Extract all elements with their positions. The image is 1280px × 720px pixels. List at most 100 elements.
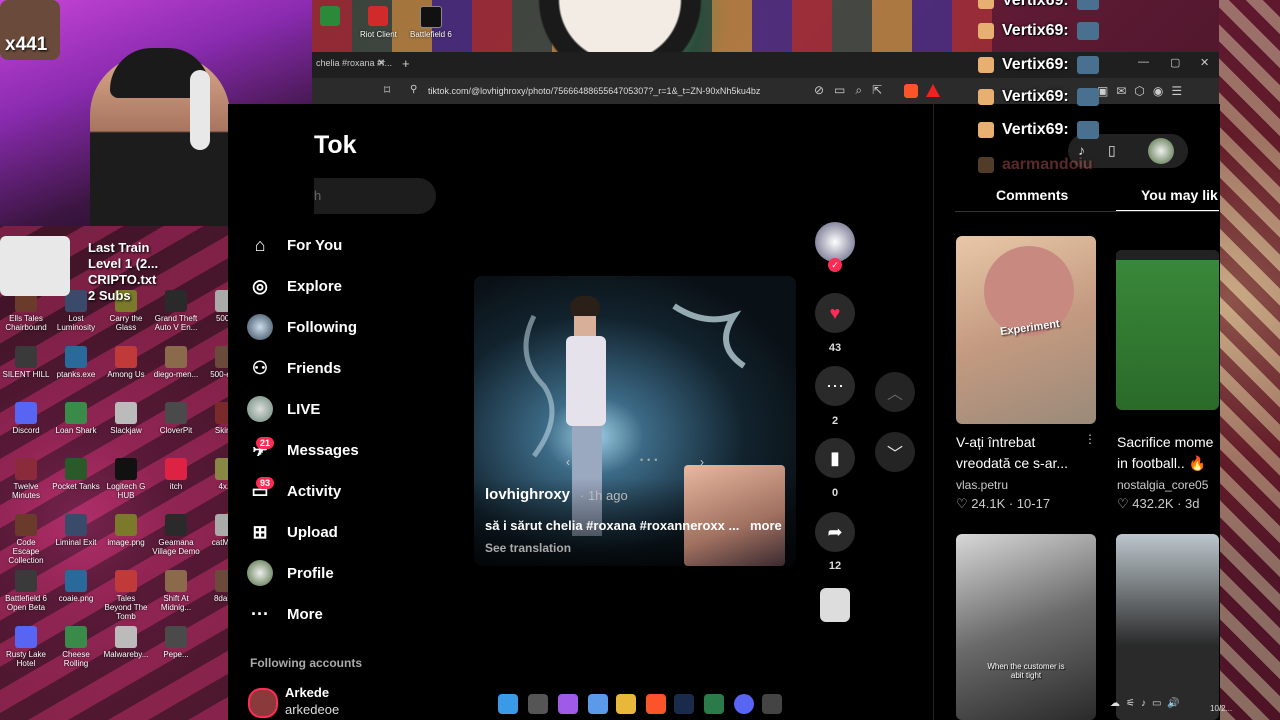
video-stats: ♡ 24.1K · 10-17	[956, 496, 1050, 512]
see-translation-link[interactable]: See translation	[485, 541, 571, 555]
app-icon	[15, 346, 37, 368]
address-bar-actions[interactable]: ⊘▭⌕⇱	[814, 83, 892, 98]
nav-for-you[interactable]: ⌂ For You	[246, 231, 343, 259]
desktop-shortcut[interactable]: Code Escape Collection	[2, 514, 50, 565]
desktop-shortcut[interactable]: CloverPit	[152, 402, 200, 435]
desktop-shortcut[interactable]: diego-men...	[152, 346, 200, 379]
profile-avatar[interactable]	[1148, 138, 1174, 164]
app-icon[interactable]	[762, 694, 782, 714]
desktop-shortcut[interactable]: image.png	[102, 514, 150, 547]
chat-message: Vertix69:	[978, 22, 1099, 40]
carousel-next-icon[interactable]: ›	[700, 455, 704, 469]
brave-browser-icon[interactable]	[646, 694, 666, 714]
carousel-prev-icon[interactable]: ‹	[566, 455, 570, 469]
video-card[interactable]: Experiment	[956, 236, 1096, 424]
desktop-shortcut[interactable]: Twelve Minutes	[2, 458, 50, 500]
video-card[interactable]	[1116, 250, 1219, 410]
url-field[interactable]: tiktok.com/@lovhighroxy/photo/7566648865…	[428, 82, 828, 100]
desktop-shortcut[interactable]: itch	[152, 458, 200, 491]
desktop-shortcut[interactable]: Discord	[2, 402, 50, 435]
tab-you-may-like[interactable]: You may lik	[1141, 187, 1218, 203]
desktop-shortcut[interactable]: Pocket Tanks	[52, 458, 100, 491]
video-card[interactable]: When the customer is abit tight	[956, 534, 1096, 720]
desktop-shortcut[interactable]: Liminal Exit	[52, 514, 100, 547]
file-explorer-icon[interactable]	[616, 694, 636, 714]
desktop-shortcut[interactable]: Grand Theft Auto V En...	[152, 290, 200, 332]
minimize-icon[interactable]: —	[1138, 56, 1149, 68]
sound-disc-icon[interactable]	[820, 588, 850, 622]
comment-button[interactable]: ⋯	[815, 366, 855, 406]
desktop-shortcut[interactable]: Shift At Midnig...	[152, 570, 200, 612]
app-icon[interactable]	[588, 694, 608, 714]
chat-badge-icon	[978, 89, 994, 105]
creator-avatar[interactable]	[815, 222, 855, 262]
following-account-avatar[interactable]	[248, 688, 278, 718]
previous-post-button[interactable]: ︿	[875, 372, 915, 412]
system-tray-icons[interactable]: ☁⚟♪▭🔊	[1110, 698, 1186, 709]
brave-shield-icon[interactable]	[904, 84, 918, 98]
save-button[interactable]: ▮	[815, 438, 855, 478]
desktop-shortcut-label: Cheese Rolling	[62, 650, 90, 668]
desktop-shortcut[interactable]: Among Us	[102, 346, 150, 379]
desktop-shortcut[interactable]: Malwareby...	[102, 626, 150, 659]
discord-icon[interactable]	[734, 694, 754, 714]
desktop-shortcut[interactable]: Geamana Village Demo	[152, 514, 200, 556]
nav-profile[interactable]: Profile	[246, 559, 334, 587]
desktop-shortcut[interactable]: Tales Beyond The Tomb	[102, 570, 150, 621]
video-author[interactable]: vlas.petru	[956, 478, 1008, 492]
copilot-icon[interactable]	[558, 694, 578, 714]
video-options-icon[interactable]: ⋮	[1084, 432, 1096, 446]
post-author[interactable]: lovhighroxy	[485, 486, 570, 503]
riot-client-icon[interactable]	[368, 6, 388, 26]
nav-more[interactable]: ··· More	[246, 600, 323, 628]
desktop-shortcut[interactable]: Battlefield 6 Open Beta	[2, 570, 50, 612]
brave-rewards-icon[interactable]	[926, 84, 940, 97]
desktop-shortcut-label: Slackjaw	[110, 426, 142, 435]
video-title[interactable]: Sacrifice mome in football.. 🔥	[1117, 432, 1217, 474]
more-button[interactable]: more	[750, 518, 782, 533]
nav-live[interactable]: LIVE	[246, 395, 320, 423]
video-author[interactable]: nostalgia_core05	[1117, 478, 1217, 492]
new-tab-icon[interactable]: +	[402, 56, 410, 71]
search-input[interactable]: h	[314, 178, 436, 214]
bookmark-icon[interactable]: ⌑	[384, 83, 390, 97]
battlefield-icon[interactable]	[420, 6, 442, 28]
desktop-icon[interactable]	[320, 6, 340, 26]
start-icon[interactable]	[498, 694, 518, 714]
desktop-shortcut[interactable]: Pepe...	[152, 626, 200, 659]
tab-comments[interactable]: Comments	[996, 187, 1068, 203]
steam-icon[interactable]	[674, 694, 694, 714]
desktop-shortcut-label: Shift At Midnig...	[160, 594, 192, 612]
terminal-icon[interactable]	[704, 694, 724, 714]
site-info-icon[interactable]: ⚲	[410, 84, 417, 95]
like-count: 43	[828, 342, 842, 354]
following-account-name[interactable]: Arkede	[285, 685, 329, 700]
video-card[interactable]	[1116, 534, 1219, 720]
nav-explore[interactable]: ◎ Explore	[246, 272, 342, 300]
nav-label: Friends	[287, 359, 342, 377]
maximize-icon[interactable]: ▢	[1170, 56, 1180, 69]
nav-friends[interactable]: ⚇ Friends	[246, 354, 341, 382]
task-view-icon[interactable]	[528, 694, 548, 714]
desktop-shortcut[interactable]: Rusty Lake Hotel	[2, 626, 50, 668]
desktop-shortcut[interactable]: Ells Tales Chairbound	[2, 290, 50, 332]
follow-check-icon[interactable]: ✓	[828, 258, 842, 272]
next-post-button[interactable]: ﹀	[875, 432, 915, 472]
video-title[interactable]: V-ați întrebat vreodată ce s-ar...	[956, 432, 1086, 474]
share-button[interactable]: ➦	[815, 512, 855, 552]
close-tab-icon[interactable]: ✕	[377, 58, 385, 69]
nav-following[interactable]: Following	[246, 313, 357, 341]
desktop-shortcut[interactable]: Cheese Rolling	[52, 626, 100, 668]
desktop-shortcut[interactable]: coaie.png	[52, 570, 100, 603]
desktop-shortcut-label: Liminal Exit	[55, 538, 97, 547]
tiktok-logo[interactable]: Tok	[314, 131, 357, 160]
device-icon[interactable]: ▯	[1108, 142, 1116, 159]
desktop-shortcut[interactable]: Logitech G HUB	[102, 458, 150, 500]
desktop-shortcut[interactable]: Loan Shark	[52, 402, 100, 435]
desktop-shortcut[interactable]: SILENT HILL	[2, 346, 50, 379]
desktop-shortcut[interactable]: ptanks.exe	[52, 346, 100, 379]
nav-upload[interactable]: ⊞ Upload	[246, 518, 337, 546]
desktop-shortcut[interactable]: Slackjaw	[102, 402, 150, 435]
like-button[interactable]: ♥	[815, 293, 855, 333]
close-window-icon[interactable]: ✕	[1200, 56, 1209, 69]
